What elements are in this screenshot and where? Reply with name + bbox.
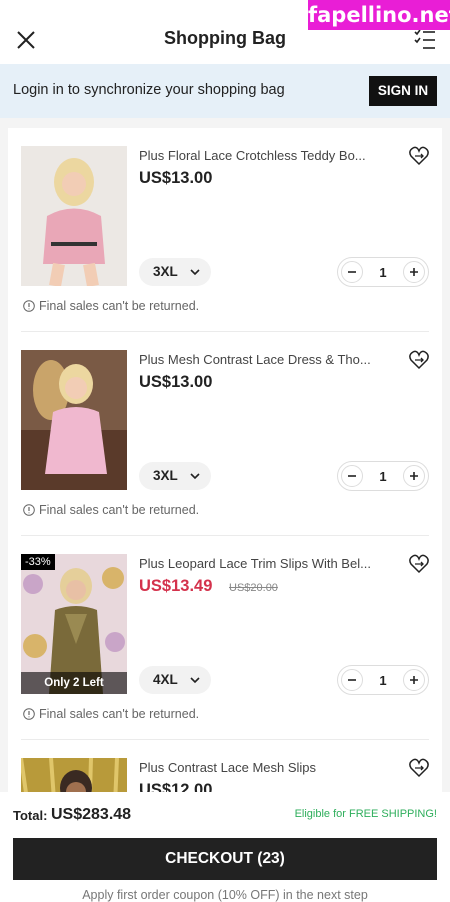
size-label: 3XL (153, 264, 178, 279)
size-selector[interactable]: 3XL (139, 258, 211, 286)
note-text: Final sales can't be returned. (39, 707, 200, 721)
minus-icon (348, 475, 356, 477)
free-shipping-note: Eligible for FREE SHIPPING! (294, 808, 437, 820)
chevron-down-icon (190, 473, 200, 480)
decrease-button[interactable] (341, 465, 363, 487)
product-image[interactable] (21, 146, 127, 286)
minus-icon (348, 679, 356, 681)
quantity-stepper: 1 (337, 257, 429, 287)
heart-icon[interactable] (408, 349, 430, 371)
note-text: Final sales can't be returned. (39, 503, 200, 517)
heart-icon[interactable] (408, 757, 430, 779)
return-policy-note: Final sales can't be returned. (23, 707, 199, 721)
product-image[interactable]: -33% Only 2 Left (21, 554, 127, 694)
note-text: Final sales can't be returned. (39, 299, 200, 313)
product-title[interactable]: Plus Contrast Lace Mesh Slips (139, 760, 391, 775)
sale-price: US$13.49 (139, 577, 213, 595)
product-title[interactable]: Plus Leopard Lace Trim Slips With Bel... (139, 556, 391, 571)
increase-button[interactable] (403, 465, 425, 487)
info-icon (23, 708, 35, 720)
plus-icon (410, 676, 418, 684)
coupon-note: Apply first order coupon (10% OFF) in th… (82, 888, 368, 902)
login-banner: Login in to synchronize your shopping ba… (0, 64, 450, 118)
product-title[interactable]: Plus Floral Lace Crotchless Teddy Bo... (139, 148, 391, 163)
cart-item-list: Plus Floral Lace Crotchless Teddy Bo... … (8, 128, 442, 798)
size-selector[interactable]: 3XL (139, 462, 211, 490)
heart-icon[interactable] (408, 145, 430, 167)
page-title: Shopping Bag (164, 28, 286, 48)
quantity-value: 1 (379, 469, 387, 484)
cart-item: Plus Contrast Lace Mesh Slips US$12.00 (8, 740, 442, 798)
decrease-button[interactable] (341, 669, 363, 691)
product-image[interactable] (21, 350, 127, 490)
login-prompt: Login in to synchronize your shopping ba… (13, 82, 285, 98)
discount-badge: -33% (21, 554, 55, 570)
return-policy-note: Final sales can't be returned. (23, 299, 199, 313)
size-label: 4XL (153, 672, 178, 687)
increase-button[interactable] (403, 669, 425, 691)
chevron-down-icon (190, 677, 200, 684)
sign-in-button[interactable]: SIGN IN (369, 76, 437, 106)
chevron-down-icon (190, 269, 200, 276)
return-policy-note: Final sales can't be returned. (23, 503, 199, 517)
checklist-icon[interactable] (414, 29, 436, 51)
quantity-value: 1 (379, 673, 387, 688)
original-price: US$20.00 (229, 582, 278, 594)
cart-item: Plus Mesh Contrast Lace Dress & Tho... U… (8, 332, 442, 536)
quantity-stepper: 1 (337, 461, 429, 491)
info-icon (23, 504, 35, 516)
product-title[interactable]: Plus Mesh Contrast Lace Dress & Tho... (139, 352, 391, 367)
size-selector[interactable]: 4XL (139, 666, 211, 694)
quantity-stepper: 1 (337, 665, 429, 695)
checkout-footer: Total: US$283.48 Eligible for FREE SHIPP… (0, 792, 450, 902)
minus-icon (348, 271, 356, 273)
price: US$13.00 (139, 169, 213, 187)
size-label: 3XL (153, 468, 178, 483)
heart-icon[interactable] (408, 553, 430, 575)
plus-icon (410, 472, 418, 480)
watermark: fapellino.net (308, 0, 450, 30)
checkout-button[interactable]: CHECKOUT (23) (13, 838, 437, 880)
total-value: US$283.48 (51, 806, 132, 823)
decrease-button[interactable] (341, 261, 363, 283)
cart-item: -33% Only 2 Left Plus Leopard Lace Trim … (8, 536, 442, 740)
increase-button[interactable] (403, 261, 425, 283)
stock-label: Only 2 Left (21, 672, 127, 694)
cart-item: Plus Floral Lace Crotchless Teddy Bo... … (8, 128, 442, 332)
info-icon (23, 300, 35, 312)
total-label: Total: (13, 808, 48, 823)
price: US$13.00 (139, 373, 213, 391)
quantity-value: 1 (379, 265, 387, 280)
plus-icon (410, 268, 418, 276)
